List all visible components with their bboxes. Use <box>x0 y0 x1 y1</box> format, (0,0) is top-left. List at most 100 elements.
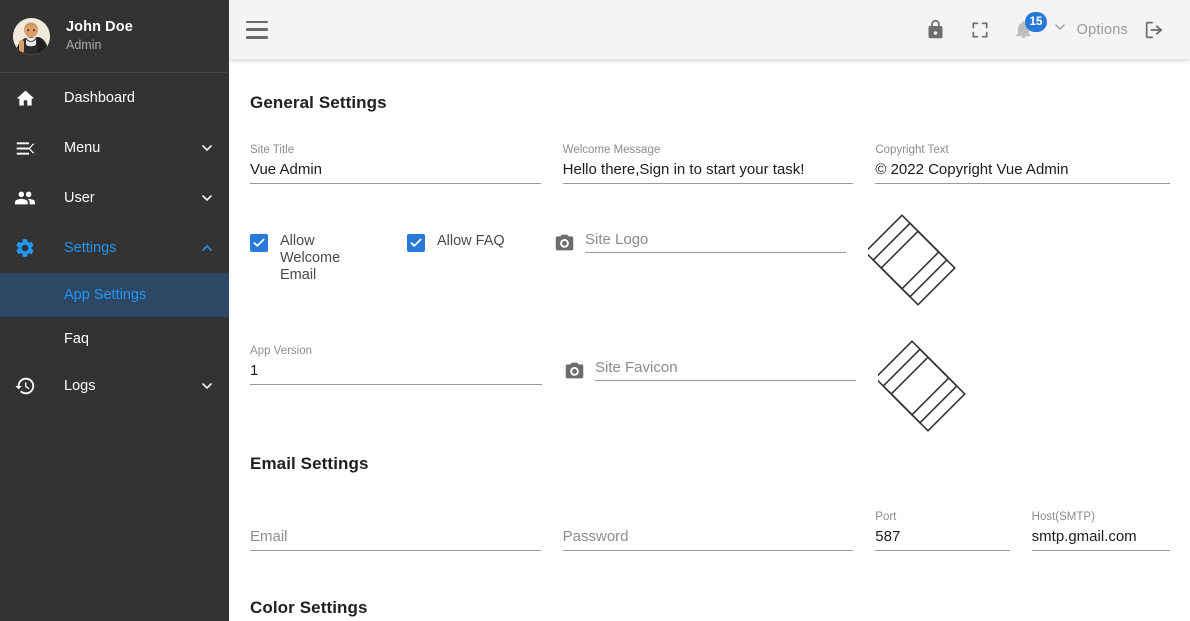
allow-welcome-email-label: Allow Welcome Email <box>280 233 376 284</box>
profile-name: John Doe <box>66 19 133 36</box>
diamond-logo-icon <box>868 214 964 310</box>
app-version-label: App Version <box>250 344 542 358</box>
chevron-down-icon <box>199 190 215 206</box>
sidebar-item-faq[interactable]: Faq <box>0 317 229 361</box>
field-underline <box>875 183 1170 184</box>
app-version-field[interactable]: App Version 1 <box>250 330 542 436</box>
general-row-2: Allow Welcome Email Allow FAQ Site Logo <box>250 214 1170 310</box>
copyright-text-input[interactable]: © 2022 Copyright Vue Admin <box>875 157 1170 183</box>
host-input[interactable]: smtp.gmail.com <box>1032 524 1170 550</box>
home-icon <box>13 86 37 110</box>
chevron-down-icon <box>199 140 215 156</box>
site-logo-input-wrap[interactable]: Site Logo <box>585 228 846 253</box>
checkbox-checked-icon[interactable] <box>407 234 425 252</box>
email-input[interactable]: Email <box>250 524 541 550</box>
checkbox-checked-icon[interactable] <box>250 234 268 252</box>
allow-faq-label: Allow FAQ <box>437 233 505 250</box>
site-title-field[interactable]: Site Title Vue Admin <box>250 129 541 184</box>
sidebar-subitem-label: Faq <box>64 331 89 347</box>
color-settings-title: Color Settings <box>250 598 1170 618</box>
field-underline <box>585 252 846 253</box>
allow-faq-checkbox[interactable]: Allow FAQ <box>407 214 554 310</box>
field-underline <box>563 183 854 184</box>
diamond-logo-icon <box>878 340 974 436</box>
sidebar-item-settings[interactable]: Settings <box>0 223 229 273</box>
welcome-message-field[interactable]: Welcome Message Hello there,Sign in to s… <box>563 129 854 184</box>
site-logo-placeholder: Site Logo <box>585 228 846 252</box>
sidebar-item-logs[interactable]: Logs <box>0 361 229 411</box>
welcome-message-input[interactable]: Hello there,Sign in to start your task! <box>563 157 854 183</box>
sidebar-item-label: Logs <box>64 378 199 394</box>
sidebar-item-label: User <box>64 190 199 206</box>
general-row-1: Site Title Vue Admin Welcome Message Hel… <box>250 129 1170 184</box>
avatar <box>13 18 50 55</box>
app-version-input[interactable]: 1 <box>250 358 542 384</box>
field-underline <box>250 183 541 184</box>
port-field[interactable]: Port 587 <box>875 496 1009 551</box>
field-underline <box>1032 550 1170 551</box>
general-settings-title: General Settings <box>250 93 1170 113</box>
site-title-input[interactable]: Vue Admin <box>250 157 541 183</box>
sidebar: John Doe Admin Dashboard <box>0 0 229 621</box>
user-avatar-image <box>13 18 50 55</box>
lock-icon[interactable] <box>914 8 958 52</box>
logout-icon[interactable] <box>1132 8 1176 52</box>
email-row: Email Password Port 587 Host(SMTP) smtp.… <box>250 496 1170 551</box>
menu-collapse-icon <box>13 136 37 160</box>
hamburger-bar <box>246 28 268 31</box>
sidebar-item-user[interactable]: User <box>0 173 229 223</box>
sidebar-subitem-label: App Settings <box>64 287 146 303</box>
port-label: Port <box>875 510 1009 524</box>
site-title-label: Site Title <box>250 143 541 157</box>
field-underline <box>875 550 1009 551</box>
email-field[interactable]: Email <box>250 510 541 551</box>
chevron-up-icon <box>199 240 215 256</box>
site-favicon-input-wrap[interactable]: Site Favicon <box>595 356 856 381</box>
main-area: 15 Options General Settings Site Title V… <box>229 0 1190 621</box>
sidebar-item-label: Dashboard <box>64 90 215 106</box>
settings-content: General Settings Site Title Vue Admin We… <box>229 59 1190 621</box>
camera-icon[interactable] <box>554 232 575 253</box>
site-favicon-field[interactable]: Site Favicon <box>564 330 856 436</box>
fullscreen-icon[interactable] <box>958 8 1002 52</box>
history-icon <box>13 374 37 398</box>
site-logo-field[interactable]: Site Logo <box>554 214 846 310</box>
notifications-button[interactable]: 15 <box>1002 8 1046 52</box>
sidebar-profile[interactable]: John Doe Admin <box>0 0 229 73</box>
sidebar-item-label: Menu <box>64 140 199 156</box>
options-menu[interactable]: Options <box>1050 19 1132 40</box>
site-favicon-preview <box>878 330 974 436</box>
password-input[interactable]: Password <box>563 524 854 550</box>
profile-text: John Doe Admin <box>66 19 133 52</box>
sidebar-item-app-settings[interactable]: App Settings <box>0 273 229 317</box>
field-underline <box>595 380 856 381</box>
sidebar-item-menu[interactable]: Menu <box>0 123 229 173</box>
topbar: 15 Options <box>229 0 1190 59</box>
field-underline <box>250 384 542 385</box>
field-underline <box>563 550 854 551</box>
sidebar-item-dashboard[interactable]: Dashboard <box>0 73 229 123</box>
gear-icon <box>13 236 37 260</box>
sidebar-item-label: Settings <box>64 240 199 256</box>
app-root: John Doe Admin Dashboard <box>0 0 1190 621</box>
copyright-text-field[interactable]: Copyright Text © 2022 Copyright Vue Admi… <box>875 129 1170 184</box>
general-row-3: App Version 1 Site Favicon <box>250 330 1170 436</box>
notification-badge: 15 <box>1025 12 1048 32</box>
welcome-message-label: Welcome Message <box>563 143 854 157</box>
sidebar-nav: Dashboard Menu <box>0 73 229 411</box>
hamburger-bar <box>246 21 268 24</box>
people-icon <box>13 186 37 210</box>
chevron-down-icon <box>1052 19 1068 40</box>
chevron-down-icon <box>199 378 215 394</box>
hamburger-icon[interactable] <box>246 21 268 39</box>
copyright-text-label: Copyright Text <box>875 143 1170 157</box>
email-settings-title: Email Settings <box>250 454 1170 474</box>
field-underline <box>250 550 541 551</box>
password-field[interactable]: Password <box>563 510 854 551</box>
site-logo-preview <box>868 214 964 310</box>
host-field[interactable]: Host(SMTP) smtp.gmail.com <box>1032 496 1170 551</box>
camera-icon[interactable] <box>564 360 585 381</box>
port-input[interactable]: 587 <box>875 524 1009 550</box>
site-favicon-placeholder: Site Favicon <box>595 356 856 380</box>
allow-welcome-email-checkbox[interactable]: Allow Welcome Email <box>250 214 407 310</box>
